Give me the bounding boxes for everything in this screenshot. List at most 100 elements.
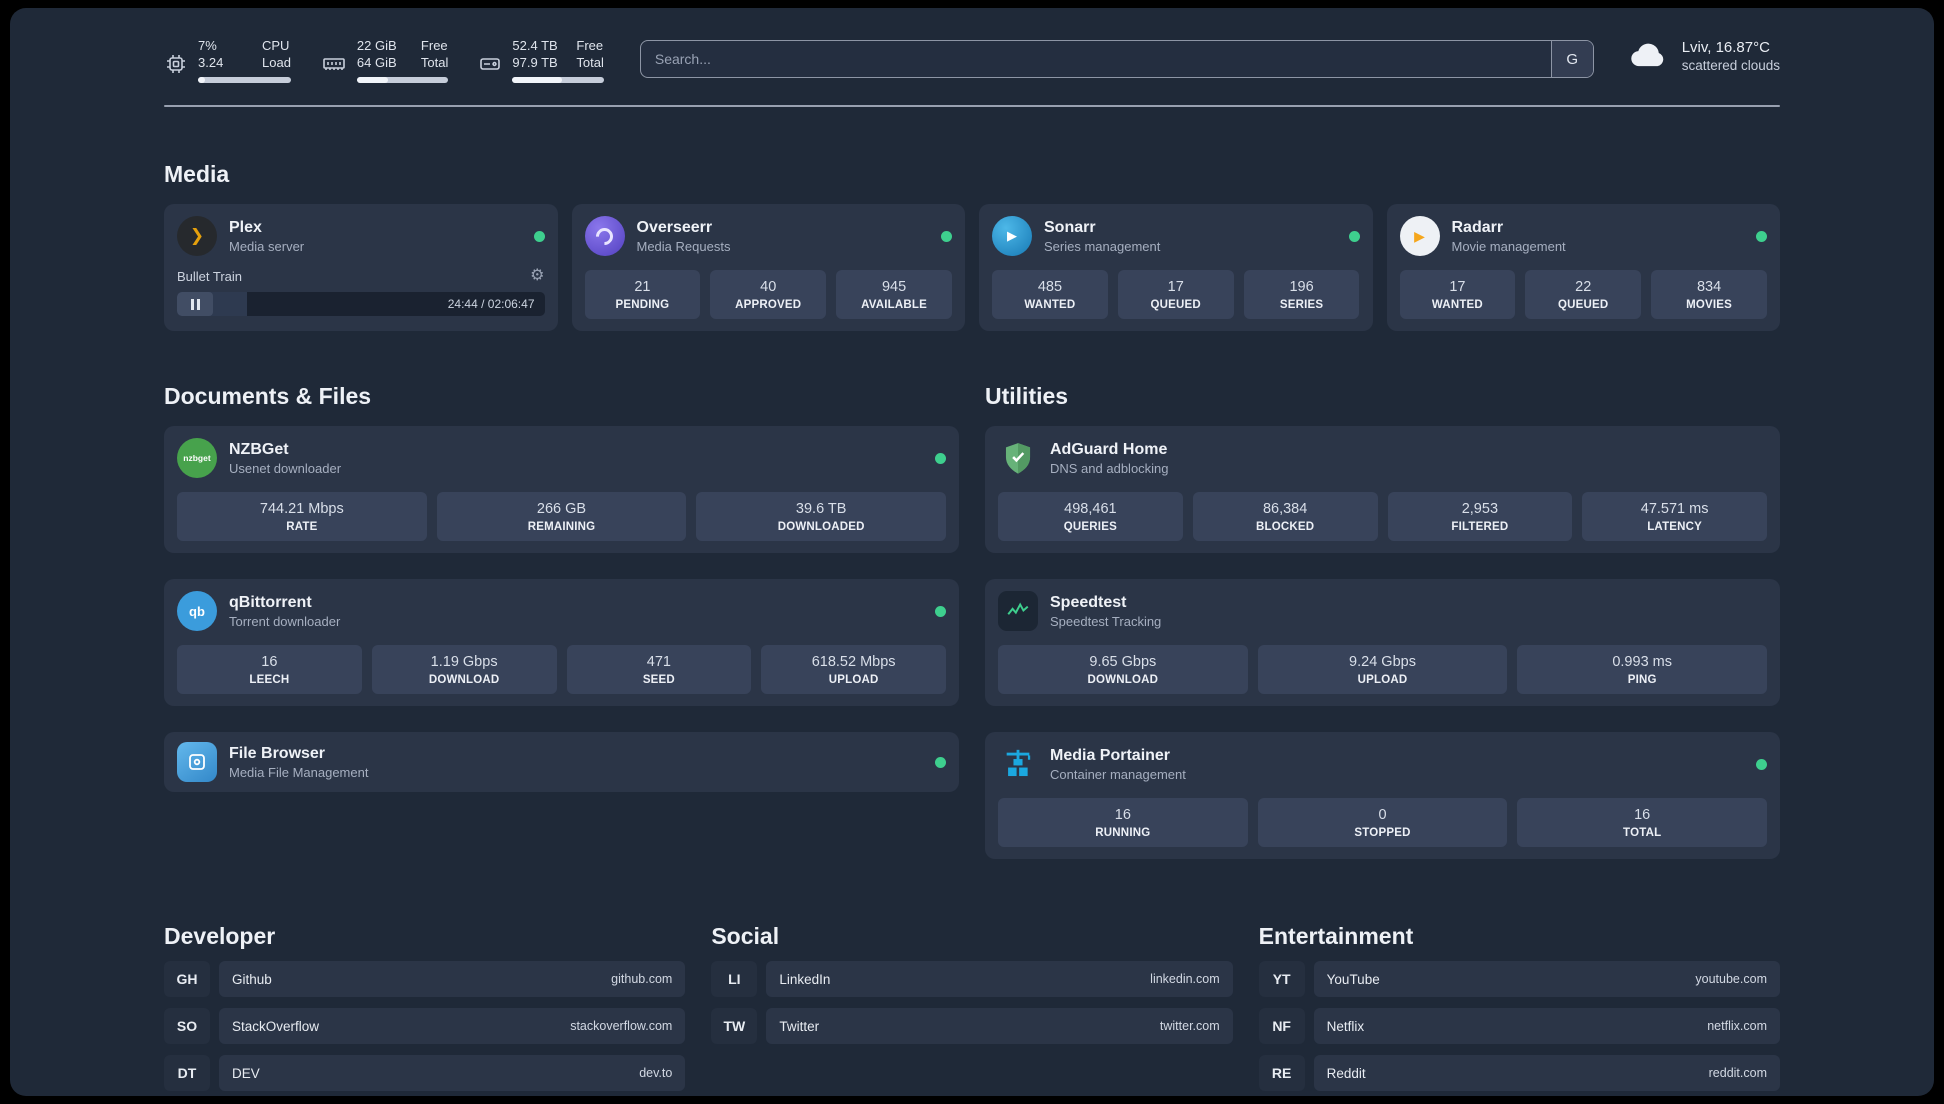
stat-tile: 40 APPROVED [710, 270, 827, 319]
ram-free-label: Free [420, 38, 448, 53]
cpu-load-label: Load [262, 55, 291, 70]
bookmark-link-twitter[interactable]: Twitter twitter.com [766, 1008, 1233, 1044]
gear-icon[interactable]: ⚙ [530, 268, 544, 284]
portainer-crane-icon [998, 744, 1038, 784]
service-card-adguard[interactable]: AdGuard Home DNS and adblocking 498,461 Q… [985, 426, 1780, 553]
service-card-nzbget[interactable]: nzbget NZBGet Usenet downloader 744.21 M… [164, 426, 959, 553]
stat-tile: 266 GB REMAINING [436, 492, 687, 541]
service-card-portainer[interactable]: Media Portainer Container management 16 R… [985, 732, 1780, 859]
stat-tile: 2,953 FILTERED [1387, 492, 1573, 541]
bookmark-abbr: RE [1258, 1055, 1305, 1091]
disk-total-label: Total [576, 55, 604, 70]
stat-tile: 834 MOVIES [1651, 270, 1767, 319]
cpu-progress-bar [198, 77, 291, 83]
stat-tile: 17 WANTED [1399, 270, 1516, 319]
bookmark-row: GH Github github.com [164, 961, 686, 997]
bookmark-link-dev[interactable]: DEV dev.to [219, 1055, 686, 1091]
service-name: Sonarr [1044, 218, 1096, 236]
filebrowser-icon [177, 742, 217, 782]
stat-tile: 9.24 Gbps UPLOAD [1257, 645, 1508, 694]
speedtest-graph-icon [998, 591, 1038, 631]
stat-tile: 196 SERIES [1243, 270, 1360, 319]
bookmark-abbr: LI [711, 961, 758, 997]
search-input[interactable] [640, 41, 1551, 77]
ram-free-value: 22 GiB [356, 38, 397, 53]
service-name: NZBGet [229, 440, 289, 458]
playback-progress-bar[interactable]: 24:44 / 02:06:47 [177, 292, 545, 316]
plex-now-playing: Bullet Train ⚙ 24:44 / 02:06:47 [177, 268, 545, 316]
service-card-qbittorrent[interactable]: qb qBittorrent Torrent downloader 16 LEEC… [164, 579, 959, 706]
stat-tile: 39.6 TB DOWNLOADED [696, 492, 947, 541]
status-dot [935, 605, 946, 617]
bookmark-group-social: Social LI LinkedIn linkedin.com TW Twitte… [711, 923, 1233, 1044]
cpu-usage-value: 7% [198, 38, 217, 53]
service-card-speedtest[interactable]: Speedtest Speedtest Tracking 9.65 Gbps DO… [985, 579, 1780, 706]
status-dot [935, 452, 946, 464]
section-title-documents: Documents & Files [164, 383, 372, 409]
cpu-icon [164, 44, 188, 83]
stat-tile: 1.19 Gbps DOWNLOAD [371, 645, 557, 694]
qbittorrent-icon: qb [177, 591, 217, 631]
bookmark-link-stackoverflow[interactable]: StackOverflow stackoverflow.com [219, 1008, 686, 1044]
stat-tile: 9.65 Gbps DOWNLOAD [998, 645, 1248, 694]
service-name: Media Portainer [1050, 746, 1171, 764]
service-name: AdGuard Home [1050, 440, 1168, 458]
status-dot [941, 230, 952, 242]
stat-tile: 498,461 QUERIES [998, 492, 1183, 541]
service-card-overseerr[interactable]: Overseerr Media Requests 21 PENDING 40 APP… [571, 204, 965, 331]
search-provider-button[interactable]: G [1550, 41, 1593, 77]
stat-tile: 21 PENDING [584, 270, 701, 319]
service-card-radarr[interactable]: ▶ Radarr Movie management 17 WANTED 22 QUE… [1386, 204, 1780, 331]
bookmark-link-netflix[interactable]: Netflix netflix.com [1313, 1008, 1780, 1044]
cloud-icon [1628, 38, 1670, 73]
service-subtitle: Media File Management [229, 764, 369, 780]
service-subtitle: Speedtest Tracking [1050, 613, 1162, 629]
status-dot [1756, 230, 1767, 242]
disk-metric: 52.4 TB Free 97.9 TB Total [478, 38, 604, 83]
bookmark-link-github[interactable]: Github github.com [219, 961, 686, 997]
ram-progress-bar [356, 77, 449, 83]
bookmark-row: SO StackOverflow stackoverflow.com [164, 1008, 686, 1044]
weather-widget[interactable]: Lviv, 16.87°C scattered clouds [1628, 38, 1780, 73]
service-subtitle: Movie management [1451, 238, 1566, 254]
bookmark-link-reddit[interactable]: Reddit reddit.com [1313, 1055, 1780, 1091]
service-subtitle: Usenet downloader [229, 460, 342, 476]
bookmark-row: RE Reddit reddit.com [1258, 1055, 1780, 1091]
stat-tile: 47.571 ms LATENCY [1582, 492, 1767, 541]
section-title-entertainment: Entertainment [1258, 923, 1414, 949]
service-name: File Browser [229, 744, 326, 762]
bookmark-group-entertainment: Entertainment YT YouTube youtube.com NF N… [1258, 923, 1780, 1091]
status-dot [1348, 230, 1360, 242]
weather-location: Lviv, 16.87°C [1681, 38, 1770, 56]
service-subtitle: Media server [229, 238, 305, 254]
service-subtitle: Torrent downloader [229, 613, 341, 629]
header-divider [164, 105, 1780, 107]
bookmark-link-linkedin[interactable]: LinkedIn linkedin.com [766, 961, 1233, 997]
stat-tile: 0 STOPPED [1257, 798, 1508, 847]
status-dot [1756, 758, 1767, 770]
service-name: qBittorrent [229, 593, 312, 611]
status-dot [935, 756, 946, 768]
service-card-sonarr[interactable]: ▶ Sonarr Series management 485 WANTED 17 Q… [979, 204, 1373, 331]
dashboard-page: 7% CPU 3.24 Load 22 GiB Free 64 GiB Tota… [10, 8, 1934, 1096]
plex-icon: ❯ [177, 216, 217, 256]
ram-metric: 22 GiB Free 64 GiB Total [321, 38, 449, 83]
bookmark-link-youtube[interactable]: YouTube youtube.com [1313, 961, 1780, 997]
sonarr-icon: ▶ [992, 216, 1032, 256]
bookmark-abbr: TW [711, 1008, 758, 1044]
pause-button[interactable] [177, 292, 213, 316]
now-playing-title: Bullet Train [177, 268, 243, 284]
stat-tile: 0.993 ms PING [1517, 645, 1768, 694]
bookmark-abbr: DT [164, 1055, 210, 1091]
disk-icon [478, 44, 502, 83]
section-title-utilities: Utilities [985, 383, 1069, 409]
stat-tile: 945 AVAILABLE [836, 270, 952, 319]
nzbget-icon: nzbget [177, 438, 217, 478]
documents-section: Documents & Files nzbget NZBGet Usenet d… [164, 383, 959, 792]
service-card-plex[interactable]: ❯ Plex Media server Bullet Train ⚙ 24:44… [164, 204, 558, 331]
cpu-metric: 7% CPU 3.24 Load [164, 38, 291, 83]
service-card-filebrowser[interactable]: File Browser Media File Management [164, 732, 959, 792]
bookmark-abbr: YT [1258, 961, 1305, 997]
bookmark-row: TW Twitter twitter.com [711, 1008, 1233, 1044]
section-title-developer: Developer [164, 923, 276, 949]
